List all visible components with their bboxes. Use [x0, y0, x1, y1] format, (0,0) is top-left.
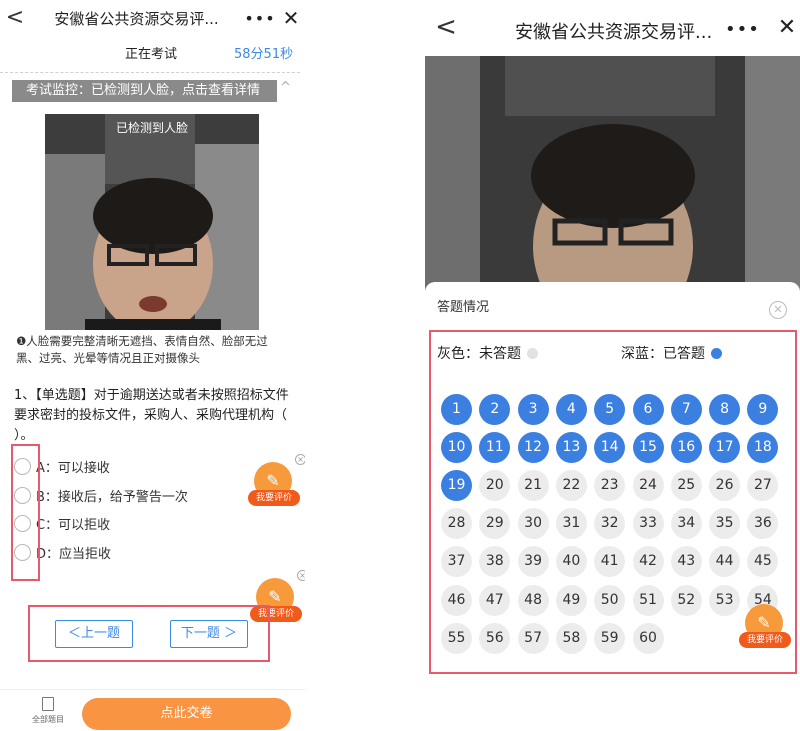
close-icon[interactable]: ✕	[769, 301, 787, 319]
legend-answered-label: 深蓝：已答题	[621, 346, 705, 362]
exam-status-bar: 正在考试 58分51秒	[0, 38, 305, 66]
question-number-button[interactable]: 16	[670, 432, 702, 464]
chevron-up-icon[interactable]: ^	[280, 80, 291, 95]
all-questions-label: 全部题目	[32, 715, 64, 724]
question-number-button[interactable]: 30	[517, 508, 549, 540]
legend-unanswered: 灰色：未答题	[437, 343, 538, 363]
question-number-button[interactable]: 17	[709, 432, 741, 464]
submit-exam-button[interactable]: 点此交卷	[82, 698, 291, 730]
question-number-button[interactable]: 31	[555, 508, 587, 540]
question-number-button[interactable]: 21	[517, 470, 549, 502]
pen-icon: ✎	[757, 613, 771, 632]
prev-question-button[interactable]: ＜上一题	[55, 620, 133, 648]
question-number-button[interactable]: 50	[594, 584, 626, 616]
all-questions-button[interactable]: 全部题目	[28, 697, 68, 725]
camera-preview: 已检测到人脸	[45, 114, 259, 330]
exam-status: 正在考试	[125, 47, 178, 62]
question-number-button[interactable]: 49	[555, 584, 587, 616]
question-number-button[interactable]: 53	[709, 584, 741, 616]
top-bar: < 安徽省公共资源交易评... ••• ✕	[0, 0, 305, 36]
question-number-button[interactable]: 22	[555, 470, 587, 502]
face-detected-label: 已检测到人脸	[115, 121, 188, 135]
option-label: C：可以拒收	[36, 517, 111, 533]
edit-doc-icon	[42, 697, 54, 711]
face-notice: ❶人脸需要完整清晰无遮挡、表情自然、脸部无过黑、过亮、光晕等情况且正对摄像头	[16, 334, 268, 365]
question-number-button[interactable]: 48	[517, 584, 549, 616]
question-text: 1、【单选题】对于逾期送达或者未按照招标文件要求密封的投标文件，采购人、采购代理…	[14, 388, 289, 443]
question-number-button[interactable]: 47	[479, 584, 511, 616]
top-bar: < 安徽省公共资源交易评... ••• ✕	[425, 0, 800, 56]
divider	[0, 72, 300, 73]
question-number-button[interactable]: 46	[441, 584, 472, 616]
question-number-button[interactable]: 6	[632, 394, 664, 425]
close-icon[interactable]: ✕	[277, 6, 305, 30]
review-fab[interactable]: ✎ 我要评价 ×	[248, 454, 305, 508]
question-number-button[interactable]: 55	[441, 622, 472, 654]
answer-sheet-title: 答题情况	[437, 300, 490, 315]
question-number-button[interactable]: 57	[517, 622, 549, 654]
back-icon[interactable]: <	[0, 7, 30, 29]
exam-timer: 58分51秒	[234, 47, 294, 62]
close-icon[interactable]: ×	[295, 454, 305, 465]
question-number-button[interactable]: 58	[555, 622, 587, 654]
pen-icon: ✎	[266, 471, 280, 490]
option-b[interactable]: B：接收后，给予警告一次	[14, 484, 188, 506]
question-number-button[interactable]: 24	[632, 470, 664, 502]
legend-answered: 深蓝：已答题	[621, 343, 722, 363]
gray-dot-icon	[527, 347, 538, 359]
window-title: 安徽省公共资源交易评...	[54, 9, 219, 28]
camera-preview	[425, 56, 800, 296]
options-highlight-box	[11, 444, 40, 581]
exam-monitor-banner[interactable]: 考试监控：已检测到人脸，点击查看详情	[12, 80, 277, 102]
divider	[0, 689, 305, 690]
question-number-button[interactable]: 39	[517, 546, 549, 578]
question-number-button[interactable]: 15	[632, 432, 664, 464]
question-number-button[interactable]: 59	[594, 622, 626, 654]
option-label: B：接收后，给予警告一次	[36, 489, 188, 505]
question-number-button[interactable]: 7	[670, 394, 702, 425]
legend-unanswered-label: 灰色：未答题	[437, 346, 521, 362]
question-number-button[interactable]: 13	[555, 432, 587, 464]
question-number-button[interactable]: 4	[555, 394, 587, 425]
close-icon[interactable]: ✕	[773, 15, 800, 40]
pen-icon: ✎	[268, 587, 282, 606]
next-question-button[interactable]: 下一题 ＞	[170, 620, 248, 648]
review-fab-label: 我要评价	[248, 490, 300, 506]
question-number-button[interactable]: 25	[670, 470, 702, 502]
question-number-button[interactable]: 42	[632, 546, 664, 578]
close-icon[interactable]: ×	[297, 570, 305, 581]
question-number-button[interactable]: 43	[670, 546, 702, 578]
blue-dot-icon	[711, 347, 722, 359]
face-image	[45, 114, 259, 330]
review-fab-label: 我要评价	[739, 632, 791, 648]
question-number-button[interactable]: 33	[632, 508, 664, 540]
question-number-button[interactable]: 12	[517, 432, 549, 464]
right-phone-screen: < 安徽省公共资源交易评... ••• ✕ 答题情况 ✕ 灰色：未答题 深蓝：已…	[425, 0, 800, 731]
question-number-button[interactable]: 8	[709, 394, 741, 425]
question-number-button[interactable]: 34	[670, 508, 702, 540]
question-number-button[interactable]: 19	[441, 470, 472, 502]
question-number-button[interactable]: 52	[670, 584, 702, 616]
question-number-button[interactable]: 10	[441, 432, 472, 464]
window-title: 安徽省公共资源交易评...	[515, 22, 713, 43]
question-number-button[interactable]: 1	[441, 394, 472, 425]
review-fab[interactable]: ✎ 我要评价	[739, 604, 791, 650]
question-number-button[interactable]: 51	[632, 584, 664, 616]
option-label: A：可以接收	[36, 460, 110, 476]
question-number-button[interactable]: 56	[479, 622, 511, 654]
more-icon[interactable]: •••	[243, 9, 277, 28]
question-number-button[interactable]: 5	[594, 394, 626, 425]
question-number-button[interactable]: 60	[632, 622, 664, 654]
back-icon[interactable]: <	[431, 14, 461, 40]
more-icon[interactable]: •••	[725, 19, 759, 40]
face-image	[425, 56, 800, 296]
left-phone-screen: < 安徽省公共资源交易评... ••• ✕ 正在考试 58分51秒 考试监控：已…	[0, 0, 305, 731]
question-number-button[interactable]: 3	[517, 394, 549, 425]
option-label: D：应当拒收	[36, 546, 112, 562]
